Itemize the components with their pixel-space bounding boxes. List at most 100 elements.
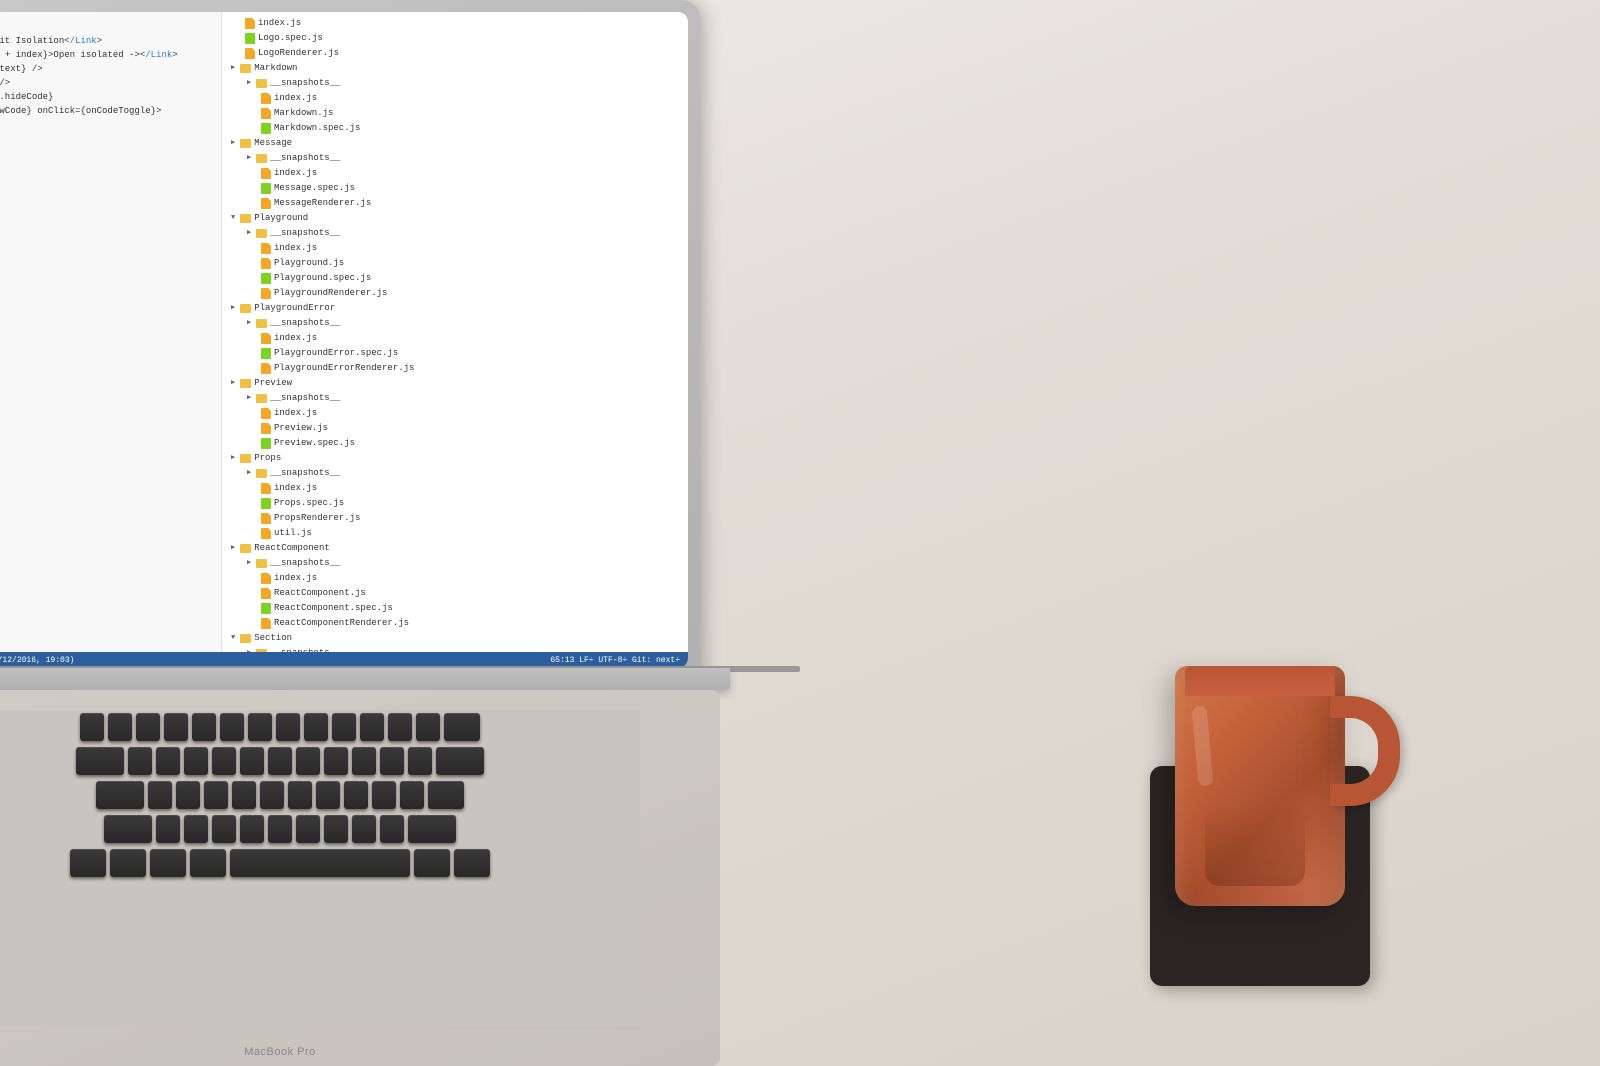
file-tree-item[interactable]: MessageRenderer.js (222, 196, 688, 211)
key[interactable] (400, 781, 424, 809)
file-tree-item[interactable]: ▶ __snapshots__ (222, 151, 688, 166)
key[interactable] (324, 815, 348, 843)
key[interactable] (220, 713, 244, 741)
key[interactable] (388, 713, 412, 741)
file-tree-item[interactable]: util.js (222, 526, 688, 541)
key-cmd-right[interactable] (414, 849, 450, 877)
key[interactable] (184, 815, 208, 843)
key-caps[interactable] (96, 781, 144, 809)
key[interactable] (380, 815, 404, 843)
key[interactable] (360, 713, 384, 741)
key[interactable] (316, 781, 340, 809)
key[interactable] (352, 747, 376, 775)
file-tree-item[interactable]: index.js (222, 166, 688, 181)
file-tree-item[interactable]: ▶ Preview (222, 376, 688, 391)
key[interactable] (148, 781, 172, 809)
key[interactable] (288, 781, 312, 809)
key[interactable] (276, 713, 300, 741)
file-tree-item[interactable]: PlaygroundErrorRenderer.js (222, 361, 688, 376)
key[interactable] (372, 781, 396, 809)
file-tree-item[interactable]: ▶ __snapshots__ (222, 466, 688, 481)
file-tree-item[interactable]: ReactComponent.spec.js (222, 601, 688, 616)
file-tree-item[interactable]: ▶ Markdown (222, 61, 688, 76)
file-tree-item[interactable]: ▶ ReactComponent (222, 541, 688, 556)
key[interactable] (416, 713, 440, 741)
file-tree-item[interactable]: Message.spec.js (222, 181, 688, 196)
file-tree-item[interactable]: Playground.spec.js (222, 271, 688, 286)
file-tree-item[interactable]: ▼ Section (222, 631, 688, 646)
file-tree-item[interactable]: Preview.spec.js (222, 436, 688, 451)
key[interactable] (108, 713, 132, 741)
file-tree-item[interactable]: index.js (222, 331, 688, 346)
key-delete[interactable] (444, 713, 480, 741)
key[interactable] (212, 815, 236, 843)
file-tree-item[interactable]: index.js (222, 481, 688, 496)
key[interactable] (184, 747, 208, 775)
key[interactable] (296, 815, 320, 843)
file-tree-item[interactable]: ▶ Message (222, 136, 688, 151)
key[interactable] (352, 815, 376, 843)
keyboard-row-4 (0, 812, 640, 846)
key-space[interactable] (230, 849, 410, 877)
key[interactable] (240, 747, 264, 775)
file-tree-item[interactable]: ▶ __snapshots__ (222, 76, 688, 91)
key[interactable] (436, 747, 484, 775)
key[interactable] (332, 713, 356, 741)
key-cmd-left[interactable] (190, 849, 226, 877)
file-tree-item[interactable]: ReactComponentRenderer.js (222, 616, 688, 631)
key[interactable] (268, 747, 292, 775)
key-ctrl[interactable] (110, 849, 146, 877)
key[interactable] (260, 781, 284, 809)
file-tree-item[interactable]: ▶ __snapshots__ (222, 226, 688, 241)
key[interactable] (80, 713, 104, 741)
key-option[interactable] (150, 849, 186, 877)
file-tree-item[interactable]: ▶ PlaygroundError (222, 301, 688, 316)
file-tree-item[interactable]: Markdown.js (222, 106, 688, 121)
file-tree-item[interactable]: Preview.js (222, 421, 688, 436)
key[interactable] (324, 747, 348, 775)
key[interactable] (304, 713, 328, 741)
key[interactable] (156, 747, 180, 775)
file-tree-item[interactable]: index.js (222, 406, 688, 421)
file-tree-item[interactable]: LogoRenderer.js (222, 46, 688, 61)
key[interactable] (240, 815, 264, 843)
key[interactable] (268, 815, 292, 843)
file-tree-item[interactable]: index.js (222, 91, 688, 106)
key[interactable] (204, 781, 228, 809)
key[interactable] (344, 781, 368, 809)
key[interactable] (212, 747, 236, 775)
file-tree-item[interactable]: PlaygroundRenderer.js (222, 286, 688, 301)
file-tree-item[interactable]: PlaygroundError.spec.js (222, 346, 688, 361)
key-fn[interactable] (70, 849, 106, 877)
file-tree-item[interactable]: Markdown.spec.js (222, 121, 688, 136)
file-tree-item[interactable]: ▶ __snapshots__ (222, 556, 688, 571)
key[interactable] (296, 747, 320, 775)
key-return[interactable] (428, 781, 464, 809)
file-tree-item[interactable]: ▶ Props (222, 451, 688, 466)
key[interactable] (408, 747, 432, 775)
key[interactable] (380, 747, 404, 775)
key[interactable] (156, 815, 180, 843)
file-tree-item[interactable]: index.js (222, 571, 688, 586)
file-tree-item[interactable]: index.js (222, 16, 688, 31)
key[interactable] (248, 713, 272, 741)
file-tree-item[interactable]: Playground.js (222, 256, 688, 271)
file-tree-item[interactable]: ▶ __snapshots__ (222, 316, 688, 331)
key[interactable] (136, 713, 160, 741)
file-tree-item[interactable]: PropsRenderer.js (222, 511, 688, 526)
file-tree-item[interactable]: Props.spec.js (222, 496, 688, 511)
file-tree-item[interactable]: ReactComponent.js (222, 586, 688, 601)
key-shift-right[interactable] (408, 815, 456, 843)
key-option-right[interactable] (454, 849, 490, 877)
file-tree-item[interactable]: ▶ __snapshots__ (222, 391, 688, 406)
file-tree-item[interactable]: ▼ Playground (222, 211, 688, 226)
key[interactable] (192, 713, 216, 741)
key-shift-left[interactable] (104, 815, 152, 843)
file-tree-item[interactable]: index.js (222, 241, 688, 256)
key[interactable] (176, 781, 200, 809)
key[interactable] (128, 747, 152, 775)
file-tree-item[interactable]: Logo.spec.js (222, 31, 688, 46)
key[interactable] (164, 713, 188, 741)
key[interactable] (232, 781, 256, 809)
key-tab[interactable] (76, 747, 124, 775)
